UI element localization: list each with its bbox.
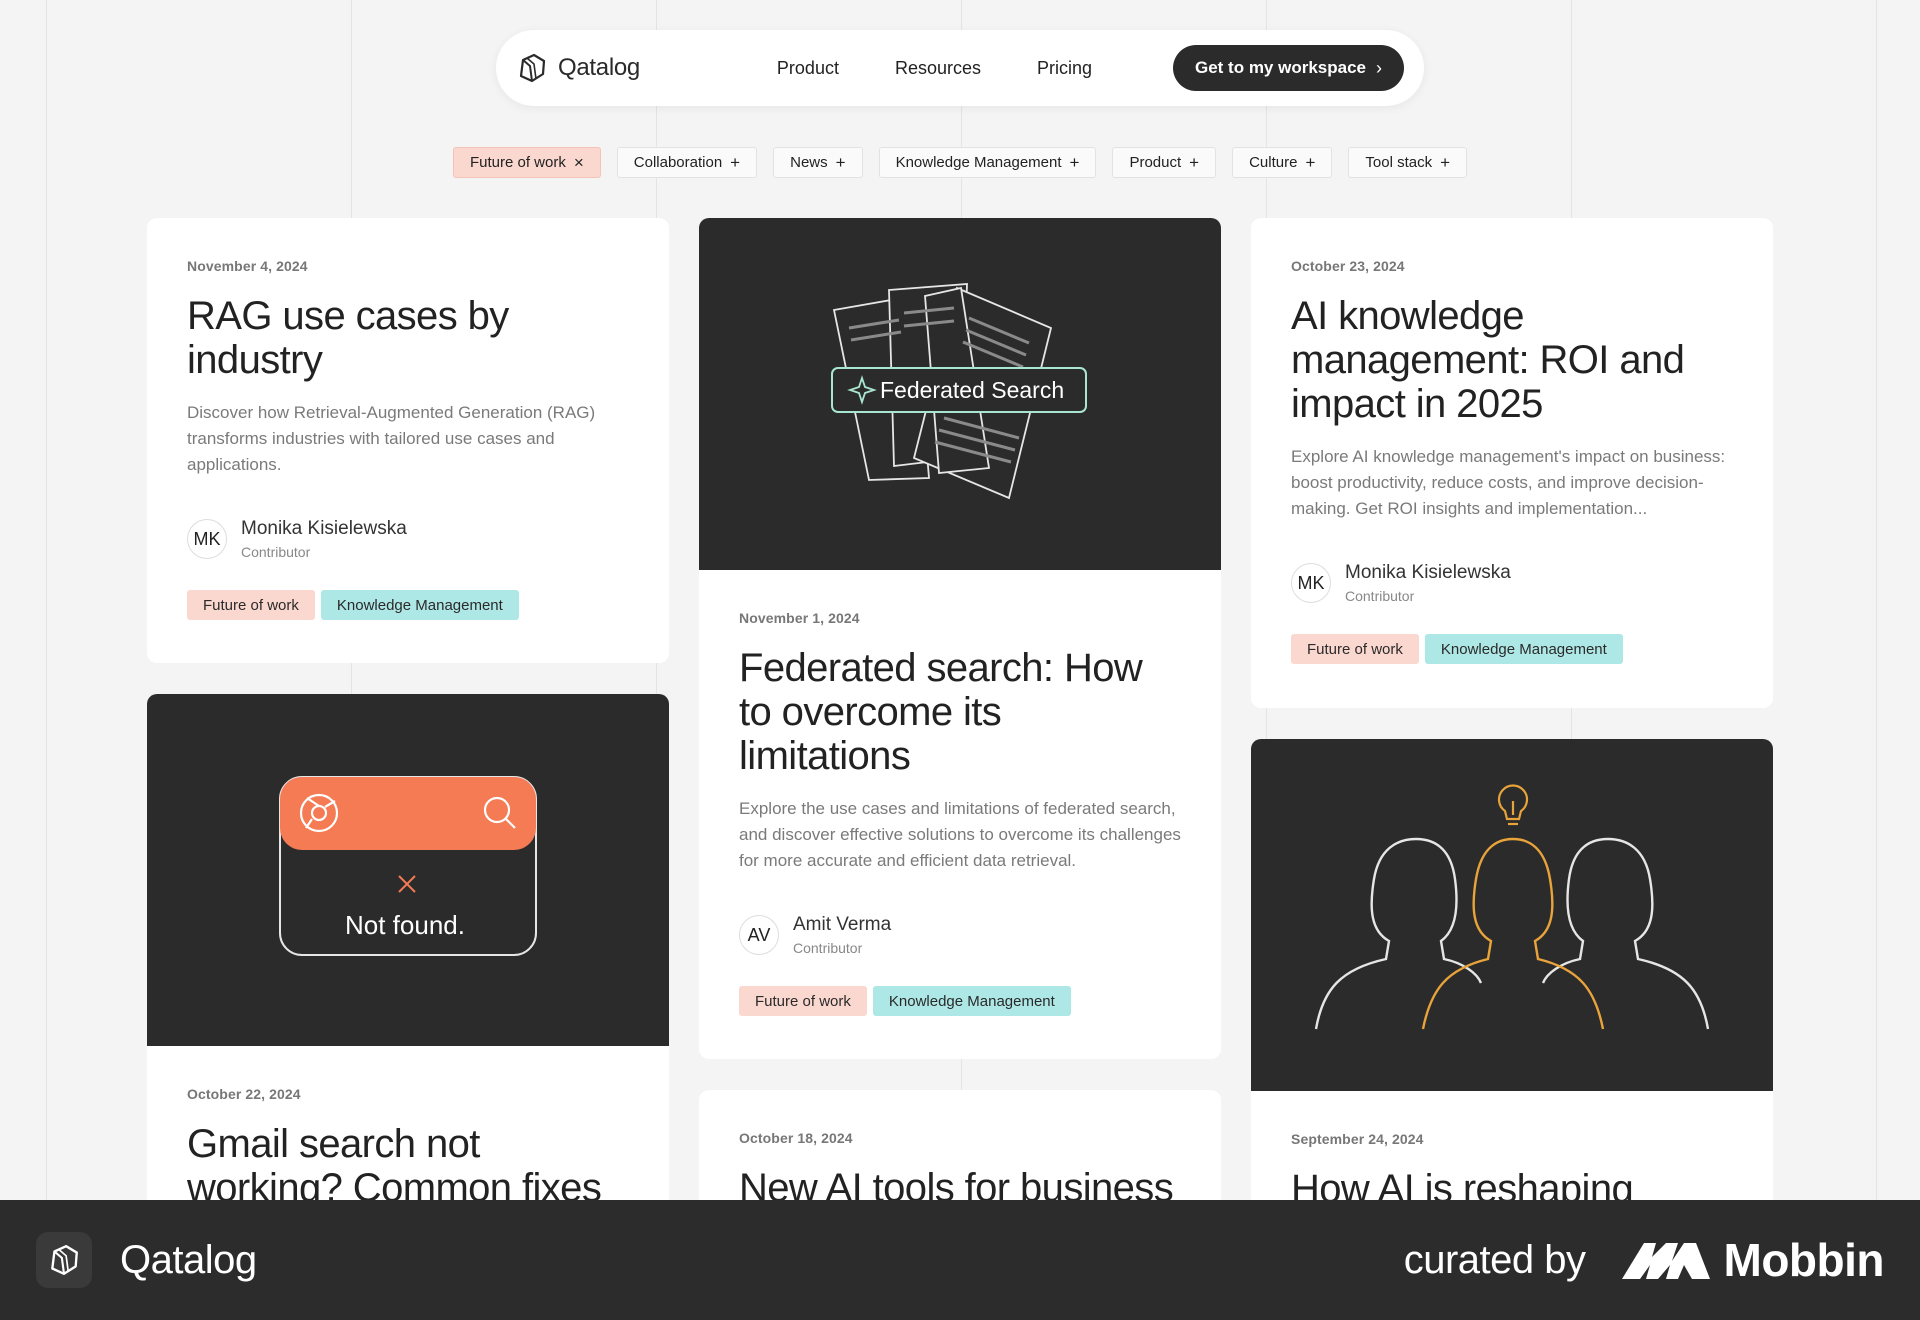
plus-icon: + [1069,153,1080,172]
tag-future-of-work[interactable]: Future of work [739,986,867,1016]
plus-icon: + [1305,153,1316,172]
nav-link-product[interactable]: Product [777,58,839,79]
workspace-button-label: Get to my workspace [1194,58,1366,77]
filter-chip-tool-stack[interactable]: Tool stack + [1348,147,1468,178]
author-name: Monika Kisielewska [1345,562,1511,583]
author-role: Contributor [1345,588,1415,604]
article-title[interactable]: RAG use cases by industry [187,294,629,382]
avatar: MK [1291,563,1331,603]
close-icon[interactable]: × [574,154,584,171]
author-role: Contributor [241,544,311,560]
author-name: Amit Verma [793,914,892,935]
brand-logo-link[interactable]: Qatalog [516,52,756,84]
article-description: Explore AI knowledge management's impact… [1291,447,1726,518]
article-card-federated-search[interactable]: Federated Search November 1, 2024 Federa… [699,218,1221,1059]
avatar: AV [739,915,779,955]
filter-chip-future-of-work[interactable]: Future of work × [452,147,601,178]
article-card-rag[interactable]: November 4, 2024 RAG use cases by indust… [147,218,669,663]
qatalog-logo-icon [51,1245,78,1275]
nav-link-pricing[interactable]: Pricing [1037,58,1092,79]
article-card-gmail-search[interactable]: Not found. October 22, 2024 Gmail search… [147,694,669,1254]
article-hero-image: Not found. [147,694,669,1046]
filter-chip-label: News [790,154,828,171]
author-name: Monika Kisielewska [241,518,407,539]
filter-chip-label: Product [1129,154,1182,171]
chevron-right-icon: › [1376,57,1382,78]
filter-bar: Future of work × Collaboration + News + … [0,147,1920,178]
filter-chip-product[interactable]: Product + [1112,147,1217,178]
plus-icon: + [1189,153,1200,172]
nav-link-resources[interactable]: Resources [895,58,981,79]
lightbulb-icon [1497,784,1529,826]
article-title[interactable]: Federated search: How to overcome its li… [739,646,1181,778]
hero-label: Federated Search [880,377,1064,403]
filter-chip-news[interactable]: News + [773,147,863,178]
article-date: October 22, 2024 [187,1086,301,1102]
article-date: September 24, 2024 [1291,1131,1424,1147]
filter-chip-label: Tool stack [1365,154,1433,171]
hero-label: Not found. [345,910,465,940]
plus-icon: + [1440,153,1451,172]
mobbin-logo: Mobbin [1621,1233,1885,1287]
top-nav: Qatalog Product Resources Pricing Get to… [496,30,1424,106]
grid-line [46,0,47,1200]
tag-list: Future of work Knowledge Management [739,986,1181,1016]
tag-knowledge-management[interactable]: Knowledge Management [1424,634,1623,664]
filter-chip-culture[interactable]: Culture + [1232,147,1333,178]
filter-chip-collaboration[interactable]: Collaboration + [616,147,758,178]
brand-name: Qatalog [558,54,640,81]
plus-icon: + [730,153,741,172]
tag-knowledge-management[interactable]: Knowledge Management [872,986,1071,1016]
workspace-button[interactable]: Get to my workspace › [1172,45,1404,91]
article-title[interactable]: AI knowledge management: ROI and impact … [1291,294,1733,426]
filter-chip-knowledge-management[interactable]: Knowledge Management + [878,147,1097,178]
article-card-ai-reshaping[interactable]: September 24, 2024 How AI is reshaping [1251,739,1773,1259]
article-hero-image [1251,739,1773,1091]
qatalog-app-icon [36,1232,92,1288]
article-description: Discover how Retrieval-Augmented Generat… [187,403,596,474]
author-role: Contributor [793,940,863,956]
curated-by: curated by Mobbin [1403,1233,1885,1287]
documents-illustration: Federated Search [831,283,1087,500]
qatalog-logo-icon [519,53,546,83]
article-date: November 1, 2024 [739,610,860,626]
tag-future-of-work[interactable]: Future of work [187,590,315,620]
filter-chip-label: Knowledge Management [895,154,1062,171]
nav-links: Product Resources Pricing [756,58,1173,79]
grid-line [1876,0,1877,1200]
author: AV Amit Verma Contributor [739,914,1181,956]
filter-chip-label: Future of work [469,154,566,171]
mobbin-logo-icon [1621,1243,1710,1279]
author: MK Monika Kisielewska Contributor [1291,562,1733,604]
tag-future-of-work[interactable]: Future of work [1291,634,1419,664]
article-description: Explore the use cases and limitations of… [739,799,1181,870]
plus-icon: + [835,153,846,172]
not-found-illustration: Not found. [279,776,537,956]
article-card-ai-knowledge-management[interactable]: October 23, 2024 AI knowledge management… [1251,218,1773,708]
avatar: MK [187,519,227,559]
filter-chip-label: Collaboration [633,154,723,171]
tag-list: Future of work Knowledge Management [187,590,629,620]
footer-bar: Qatalog curated by Mobbin [0,1200,1920,1320]
author: MK Monika Kisielewska Contributor [187,518,629,560]
filter-chip-label: Culture [1249,154,1298,171]
footer-app-name: Qatalog [120,1237,257,1282]
article-title[interactable]: Gmail search not working? Common fixes [187,1122,629,1210]
mobbin-name: Mobbin [1723,1234,1885,1286]
article-date: November 4, 2024 [187,258,308,274]
team-illustration [1314,784,1710,1030]
article-date: October 23, 2024 [1291,258,1405,274]
tag-knowledge-management[interactable]: Knowledge Management [320,590,519,620]
article-hero-image: Federated Search [699,218,1221,570]
curated-by-label: curated by [1403,1237,1586,1282]
tag-list: Future of work Knowledge Management [1291,634,1733,664]
article-date: October 18, 2024 [739,1130,853,1146]
